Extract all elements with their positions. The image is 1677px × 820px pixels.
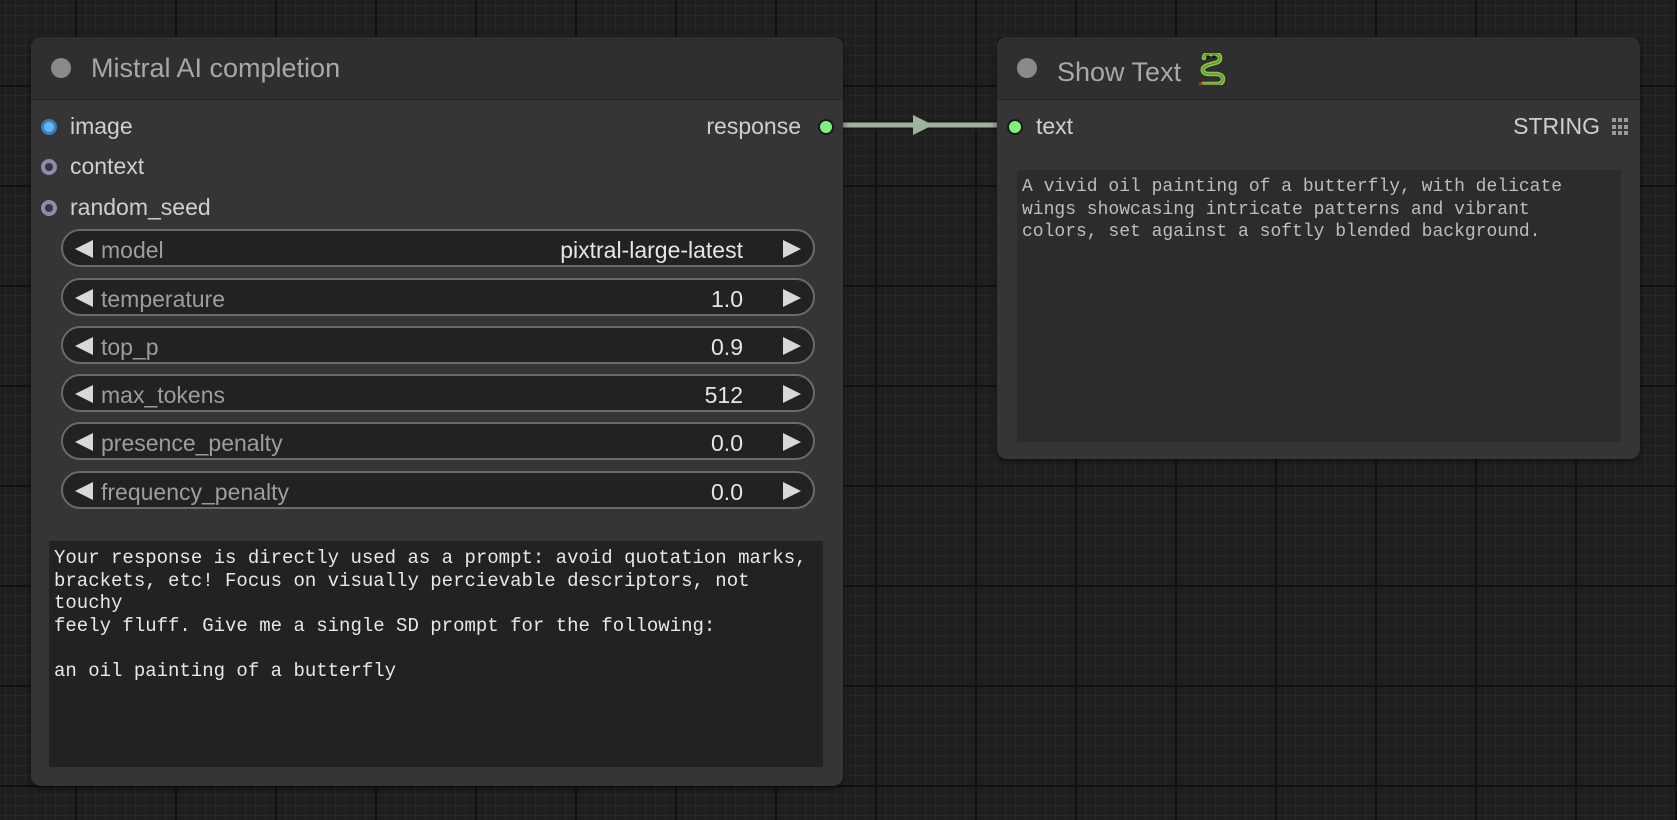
context-input-dot-icon[interactable] — [41, 159, 57, 175]
input-slot-context[interactable]: context — [31, 152, 431, 182]
random-seed-input-dot-icon[interactable] — [41, 200, 57, 216]
widget-value: pixtral-large-latest — [560, 237, 743, 263]
node-title-bar[interactable]: Mistral AI completion — [31, 37, 843, 100]
widget-value: 0.0 — [711, 430, 743, 456]
widget-value: 0.0 — [711, 479, 743, 505]
decrement-arrow-icon[interactable] — [75, 482, 93, 500]
widget-value: 512 — [704, 382, 743, 408]
node-title-bar[interactable]: Show Text — [997, 37, 1640, 100]
link-arrow-icon — [913, 115, 933, 135]
increment-arrow-icon[interactable] — [783, 482, 801, 500]
input-label-context: context — [70, 153, 145, 179]
collapse-dot-icon[interactable] — [51, 58, 71, 78]
snake-icon — [1197, 51, 1227, 92]
input-slot-random-seed[interactable]: random_seed — [31, 193, 431, 223]
grid-icon — [1612, 118, 1630, 136]
show-text-node[interactable]: Show Text text STRING A vivid oil painti… — [997, 37, 1640, 459]
widget-value: 0.9 — [711, 334, 743, 360]
node-title: Mistral AI completion — [91, 53, 341, 83]
image-input-dot-icon[interactable] — [41, 119, 57, 135]
prompt-textarea[interactable]: Your response is directly used as a prom… — [49, 541, 823, 767]
response-output-dot-icon[interactable] — [818, 119, 834, 135]
output-label-response: response — [706, 113, 801, 139]
widget-label: top_p — [101, 334, 159, 360]
increment-arrow-icon[interactable] — [783, 433, 801, 451]
output-textarea[interactable]: A vivid oil painting of a butterfly, wit… — [1017, 170, 1621, 442]
input-slot-text[interactable]: text — [997, 112, 1297, 142]
widget-frequency-penalty[interactable]: frequency_penalty 0.0 — [61, 471, 815, 509]
widget-label: presence_penalty — [101, 430, 283, 456]
widget-max-tokens[interactable]: max_tokens 512 — [61, 374, 815, 412]
widget-label: temperature — [101, 286, 226, 312]
input-label-text: text — [1036, 113, 1074, 139]
decrement-arrow-icon[interactable] — [75, 289, 93, 307]
decrement-arrow-icon[interactable] — [75, 337, 93, 355]
increment-arrow-icon[interactable] — [783, 385, 801, 403]
decrement-arrow-icon[interactable] — [75, 385, 93, 403]
input-slot-image[interactable]: image — [31, 112, 431, 142]
widget-label: max_tokens — [101, 382, 226, 408]
text-input-dot-icon[interactable] — [1007, 119, 1023, 135]
widget-label: frequency_penalty — [101, 479, 289, 505]
widget-presence-penalty[interactable]: presence_penalty 0.0 — [61, 422, 815, 460]
widget-temperature[interactable]: temperature 1.0 — [61, 278, 815, 316]
input-label-image: image — [70, 113, 133, 139]
decrement-arrow-icon[interactable] — [75, 433, 93, 451]
collapse-dot-icon[interactable] — [1017, 58, 1037, 78]
input-label-random-seed: random_seed — [70, 194, 211, 220]
type-indicator: STRING — [1397, 112, 1640, 142]
mistral-ai-completion-node[interactable]: Mistral AI completion image context rand… — [31, 37, 843, 786]
widget-label: model — [101, 237, 164, 263]
widget-top-p[interactable]: top_p 0.9 — [61, 326, 815, 364]
increment-arrow-icon[interactable] — [783, 240, 801, 258]
widget-value: 1.0 — [711, 286, 743, 312]
widget-model[interactable]: model pixtral-large-latest — [61, 229, 815, 267]
type-label: STRING — [1513, 113, 1600, 139]
increment-arrow-icon[interactable] — [783, 289, 801, 307]
increment-arrow-icon[interactable] — [783, 337, 801, 355]
decrement-arrow-icon[interactable] — [75, 240, 93, 258]
node-title: Show Text — [1057, 57, 1182, 87]
node-title-wrapper: Show Text — [1057, 51, 1227, 92]
output-slot-response[interactable]: response — [631, 112, 843, 142]
